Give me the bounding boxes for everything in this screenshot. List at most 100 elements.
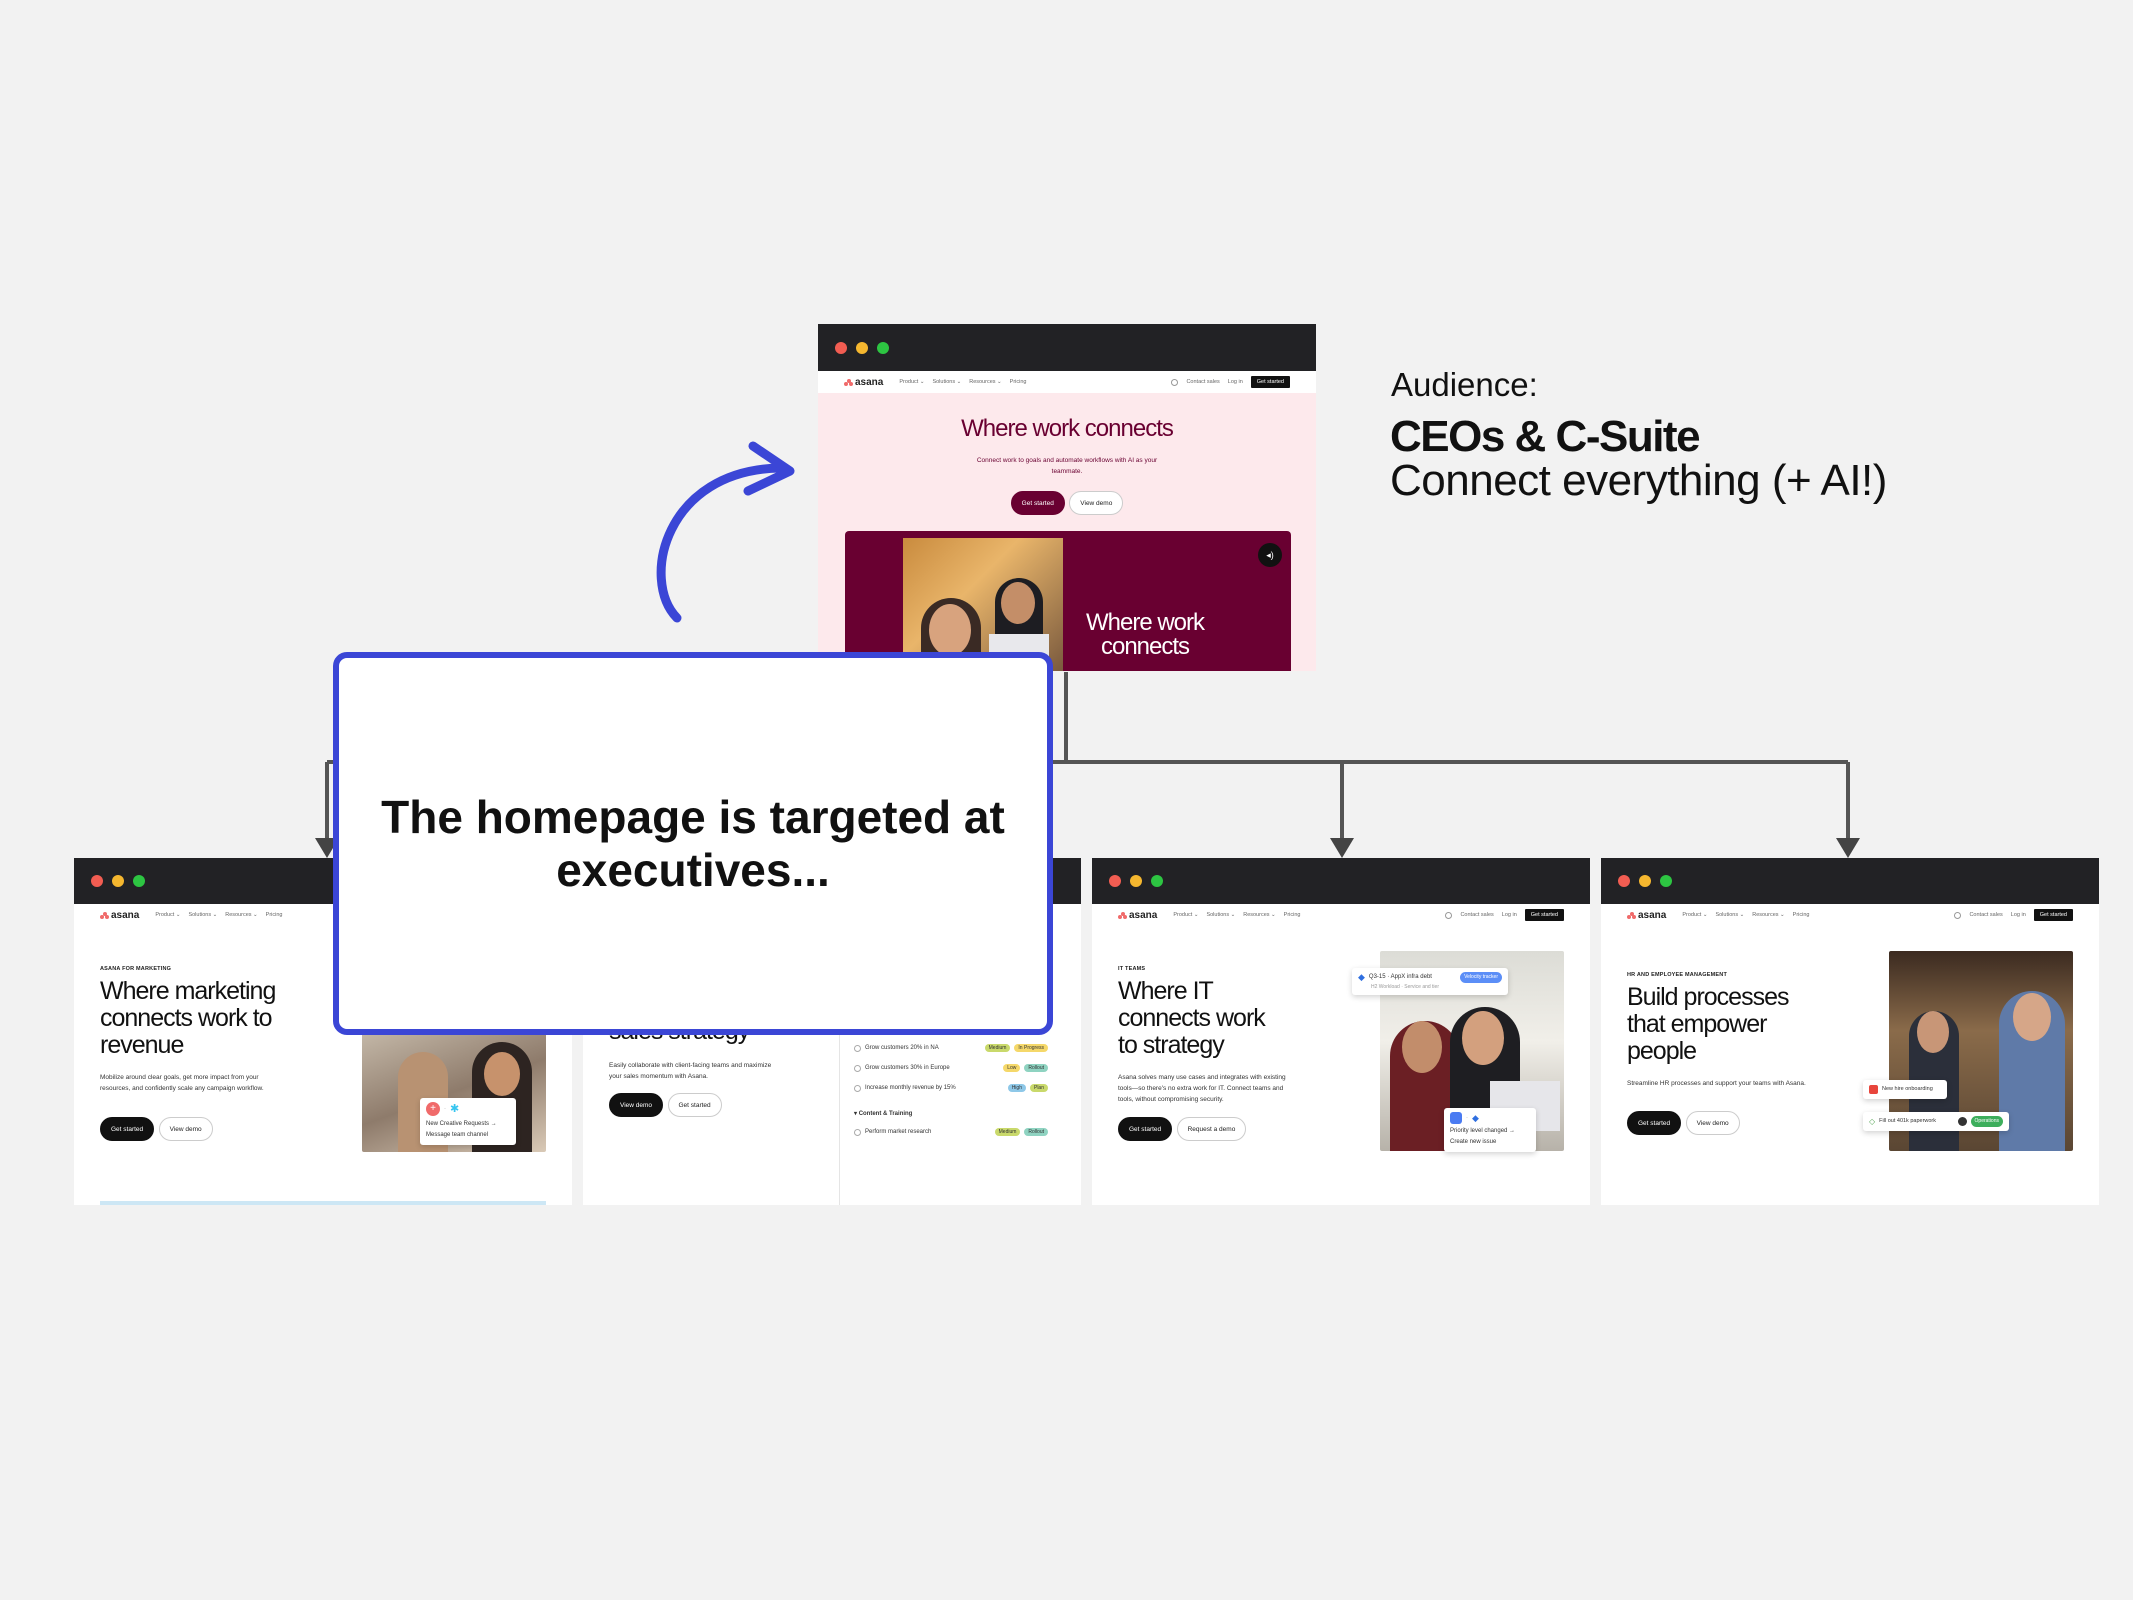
marketing-view-demo-button[interactable]: View demo	[158, 1117, 213, 1141]
asana-logo[interactable]: asana	[100, 910, 139, 921]
video-headline: Where work connects	[1085, 609, 1205, 660]
globe-icon[interactable]	[1171, 378, 1179, 386]
close-dot-icon	[1618, 875, 1630, 887]
asana-logo[interactable]: asana	[1627, 910, 1666, 921]
home-view-demo-button[interactable]: View demo	[1069, 491, 1124, 515]
operations-badge: Operations	[1970, 1116, 2003, 1127]
check-circle-icon[interactable]	[854, 1064, 861, 1072]
task-label: Increase monthly revenue by 15%	[865, 1085, 956, 1091]
check-circle-icon[interactable]	[854, 1044, 861, 1052]
globe-icon[interactable]	[1445, 911, 1453, 919]
maximize-dot-icon	[1151, 875, 1163, 887]
window-titlebar	[1092, 858, 1590, 904]
nav-get-started[interactable]: Get started	[1524, 909, 1564, 921]
hr-get-started-button[interactable]: Get started	[1627, 1111, 1682, 1135]
hr-chip-top: New hire onboarding	[1863, 1080, 1947, 1099]
nav-contact[interactable]: Contact sales	[1460, 912, 1493, 918]
nav-solutions[interactable]: Solutions ⌄	[188, 912, 217, 918]
marketing-buttons: Get started View demo	[100, 1117, 213, 1141]
nav-solutions[interactable]: Solutions ⌄	[932, 379, 961, 385]
it-chip-top: ◆ Q3-15 · AppX infra debt Velocity track…	[1352, 968, 1508, 995]
marketing-chip-line2: Message team channel	[426, 1132, 489, 1138]
home-video[interactable]: Where work connects ◂)	[845, 531, 1291, 671]
sales-task-panel: Grow customers 20% in NA Medium In Progres…	[839, 1030, 1055, 1205]
section-label: ▾ Content & Training	[854, 1111, 913, 1117]
hr-window: asana Product ⌄ Solutions ⌄ Resources ⌄ …	[1601, 858, 2099, 1205]
hr-subtext: Streamline HR processes and support your…	[1627, 1080, 1806, 1087]
it-eyebrow: IT TEAMS	[1118, 966, 1146, 972]
sales-view-demo-button[interactable]: View demo	[609, 1093, 664, 1117]
hr-buttons: Get started View demo	[1627, 1111, 1740, 1135]
hr-view-demo-button[interactable]: View demo	[1685, 1111, 1740, 1135]
maximize-dot-icon	[877, 341, 889, 354]
it-request-demo-button[interactable]: Request a demo	[1176, 1117, 1247, 1141]
asana-logo-icon	[844, 378, 853, 386]
nav-login[interactable]: Log in	[1228, 379, 1243, 385]
marketing-chip: + · ✱ New Creative Requests → Message te…	[420, 1098, 516, 1145]
it-headline: Where IT connects work to strategy	[1118, 977, 1266, 1059]
hr-headline: Build processes that empower people	[1627, 983, 1789, 1065]
task-row[interactable]: Grow customers 20% in NA Medium In Progres…	[854, 1044, 1048, 1052]
it-get-started-button[interactable]: Get started	[1118, 1117, 1173, 1141]
nav-get-started[interactable]: Get started	[1250, 376, 1290, 388]
site-nav: asana Product ⌄ Solutions ⌄ Resources ⌄ …	[818, 371, 1316, 393]
app-icon	[1450, 1112, 1462, 1124]
jira-icon: ◆	[1472, 1112, 1479, 1123]
nav-login[interactable]: Log in	[1502, 912, 1517, 918]
homepage-window: asana Product ⌄ Solutions ⌄ Resources ⌄ …	[818, 324, 1316, 671]
nav-resources[interactable]: Resources ⌄	[969, 379, 1001, 385]
home-subtext: Connect work to goals and automate workf…	[976, 457, 1158, 475]
nav-product[interactable]: Product ⌄	[155, 912, 180, 918]
arrowhead-hr	[1836, 838, 1860, 858]
nav-product[interactable]: Product ⌄	[899, 379, 924, 385]
nav-contact[interactable]: Contact sales	[1969, 912, 2002, 918]
marketing-get-started-button[interactable]: Get started	[100, 1117, 155, 1141]
maximize-dot-icon	[133, 875, 145, 887]
close-dot-icon	[91, 875, 103, 887]
nav-pricing[interactable]: Pricing	[1284, 912, 1301, 918]
nav-product[interactable]: Product ⌄	[1173, 912, 1198, 918]
it-window: asana Product ⌄ Solutions ⌄ Resources ⌄ …	[1092, 858, 1590, 1205]
hr-eyebrow: HR AND EMPLOYEE MANAGEMENT	[1627, 972, 1728, 978]
site-nav: asana Product ⌄ Solutions ⌄ Resources ⌄ …	[1601, 904, 2099, 926]
jira-icon: ◆	[1358, 972, 1365, 982]
status-tag: Plan	[1029, 1084, 1048, 1092]
nav-login[interactable]: Log in	[2011, 912, 2026, 918]
slack-icon: ✱	[450, 1102, 460, 1115]
section-task-row: Perform market research Medium Rollout	[854, 1128, 1048, 1136]
nav-pricing[interactable]: Pricing	[1010, 379, 1027, 385]
nav-pricing[interactable]: Pricing	[266, 912, 283, 918]
home-get-started-button[interactable]: Get started	[1010, 491, 1065, 515]
check-circle-icon[interactable]	[854, 1128, 861, 1136]
asana-logo[interactable]: asana	[844, 377, 883, 388]
marketing-headline: Where marketing connects work to revenue	[100, 977, 276, 1059]
audience-subtitle: Connect everything (+ AI!)	[1390, 456, 1887, 505]
nav-resources[interactable]: Resources ⌄	[1243, 912, 1275, 918]
close-dot-icon	[1109, 875, 1121, 887]
task-row[interactable]: Increase monthly revenue by 15% High Plan	[854, 1084, 1048, 1092]
globe-icon[interactable]	[1954, 911, 1962, 919]
sound-icon[interactable]: ◂)	[1258, 543, 1282, 567]
status-tag: Rollout	[1024, 1128, 1048, 1136]
nav-pricing[interactable]: Pricing	[1793, 912, 1810, 918]
maximize-dot-icon	[1660, 875, 1672, 887]
nav-product[interactable]: Product ⌄	[1682, 912, 1707, 918]
nav-contact[interactable]: Contact sales	[1186, 379, 1219, 385]
nav-resources[interactable]: Resources ⌄	[1752, 912, 1784, 918]
nav-get-started[interactable]: Get started	[2033, 909, 2073, 921]
home-headline: Where work connects	[961, 415, 1174, 442]
nav-solutions[interactable]: Solutions ⌄	[1206, 912, 1235, 918]
nav-solutions[interactable]: Solutions ⌄	[1715, 912, 1744, 918]
minimize-dot-icon	[856, 341, 868, 354]
audience-label: Audience:	[1391, 366, 1538, 403]
window-titlebar	[818, 324, 1316, 371]
asana-logo-icon	[1627, 911, 1636, 919]
avatar	[1957, 1117, 1967, 1126]
sales-get-started-button[interactable]: Get started	[667, 1093, 722, 1117]
nav-resources[interactable]: Resources ⌄	[225, 912, 257, 918]
task-row[interactable]: Grow customers 30% in Europe Low Rollout	[854, 1064, 1048, 1072]
check-circle-icon[interactable]	[854, 1084, 861, 1092]
curved-arrow	[656, 441, 795, 623]
asana-logo[interactable]: asana	[1118, 910, 1157, 921]
arrowhead-it	[1330, 838, 1354, 858]
